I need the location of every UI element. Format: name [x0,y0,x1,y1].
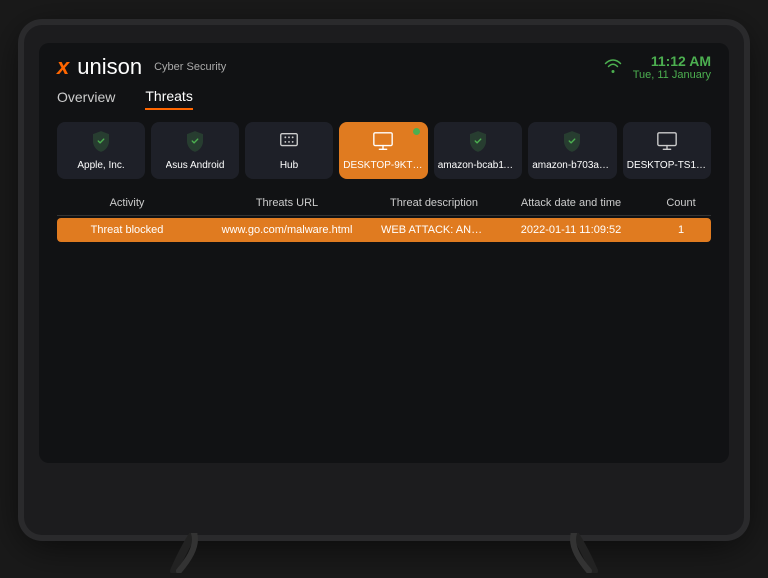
tab-threats[interactable]: Threats [145,88,192,110]
device-name-asus: Asus Android [166,160,225,171]
nav-tabs: Overview Threats [39,88,729,110]
col-count: Count [651,197,711,209]
devices-row: Apple, Inc. Asus Android [39,110,729,187]
shield-icon [467,130,489,156]
hub-icon [278,130,300,156]
cell-count: 1 [651,224,711,236]
tv-screen: x unison Cyber Security 11:12 AM Tue, 11… [39,43,729,463]
current-date: Tue, 11 January [633,69,711,82]
logo-x-letter: x [57,54,69,80]
cell-description: WEB ATTACK: ANGLER EXPLOIT KIT ... [377,224,491,236]
shield-icon [561,130,583,156]
header-bar: x unison Cyber Security 11:12 AM Tue, 11… [39,43,729,89]
device-name-desktop9: DESKTOP-9KTM7.. [343,160,423,171]
monitor-icon [372,130,394,156]
cell-url: www.go.com/malware.html [197,224,377,236]
logo-name: unison [77,54,142,80]
threat-table: Activity Threats URL Threat description … [57,191,711,242]
cell-datetime: 2022-01-11 11:09:52 [491,224,651,236]
logo-area: x unison Cyber Security [57,54,226,80]
device-card-desktop9ktm[interactable]: DESKTOP-9KTM7.. [339,122,428,179]
tv-stand-right [544,533,604,573]
table-row[interactable]: Threat blocked www.go.com/malware.html W… [57,218,711,242]
col-datetime: Attack date and time [491,197,651,209]
device-name-amazon-b703: amazon-b703a3d.. [532,160,612,171]
device-card-asus[interactable]: Asus Android [151,122,239,179]
device-card-amazon-bcab[interactable]: amazon-bcab114c [434,122,523,179]
monitor-icon [656,130,678,156]
device-name-hub: Hub [280,160,298,171]
tv-stand-left [164,533,224,573]
device-card-amazon-b703[interactable]: amazon-b703a3d.. [528,122,617,179]
cell-activity: Threat blocked [57,224,197,236]
device-name-amazon-bcab: amazon-bcab114c [438,160,518,171]
current-time: 11:12 AM [633,53,711,70]
table-header: Activity Threats URL Threat description … [57,191,711,216]
col-description: Threat description [377,197,491,209]
device-card-desktop-ts1[interactable]: DESKTOP-TS1-Wi.. [623,122,712,179]
col-url: Threats URL [197,197,377,209]
device-name-apple: Apple, Inc. [77,160,124,171]
col-activity: Activity [57,197,197,209]
shield-icon [90,130,112,156]
device-name-desktop-ts1: DESKTOP-TS1-Wi.. [627,160,707,171]
header-right: 11:12 AM Tue, 11 January [603,53,711,83]
wifi-icon [603,57,623,78]
logo-subtitle: Cyber Security [154,61,226,73]
device-card-apple[interactable]: Apple, Inc. [57,122,145,179]
device-card-hub[interactable]: Hub [245,122,333,179]
tv-frame: x unison Cyber Security 11:12 AM Tue, 11… [24,25,744,535]
tab-overview[interactable]: Overview [57,89,115,109]
shield-icon [184,130,206,156]
time-block: 11:12 AM Tue, 11 January [633,53,711,83]
